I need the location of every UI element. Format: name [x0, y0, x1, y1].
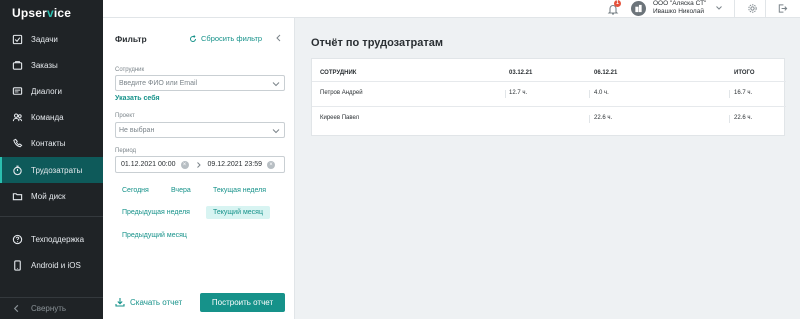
clear-from-icon[interactable]: × [180, 160, 189, 169]
folder-icon [12, 192, 23, 200]
cell-total: 16.7 ч. [734, 90, 753, 96]
row-divider [312, 106, 786, 107]
quick-this-week[interactable]: Текущая неделя [206, 184, 273, 197]
sidebar-item-team[interactable]: Команда [0, 104, 103, 130]
chevron-down-icon [272, 129, 280, 134]
contacts-icon [13, 138, 23, 147]
quick-this-month[interactable]: Текущий месяц [206, 206, 270, 219]
sidebar-item-label: Мой диск [31, 191, 66, 201]
sidebar-item-orders[interactable]: Заказы [0, 52, 103, 78]
tasks-icon [12, 34, 23, 44]
download-label: Скачать отчет [130, 297, 183, 307]
period-label: Период [115, 148, 137, 154]
sidebar-item-mobile[interactable]: Android и iOS [0, 252, 103, 278]
notification-badge: 1 [614, 0, 621, 7]
org-name: ООО "Аляска СТ" [653, 0, 707, 7]
dialogs-icon [12, 86, 23, 95]
header-total[interactable]: ИТОГО [734, 70, 754, 76]
cell-divider [589, 90, 590, 98]
cell-divider [729, 115, 730, 123]
sidebar-divider [0, 216, 103, 217]
header-date-2[interactable]: 06.12.21 [594, 70, 617, 76]
logout-icon[interactable] [777, 3, 788, 14]
org-avatar[interactable] [631, 1, 646, 16]
mobile-icon [14, 259, 21, 271]
period-from[interactable]: 01.12.2021 00:00 [116, 161, 176, 168]
page-title: Отчёт по трудозатратам [311, 37, 443, 49]
period-to[interactable]: 09.12.2021 23:59 [203, 161, 263, 168]
sidebar-item-tasks[interactable]: Задачи [0, 26, 103, 52]
cell-divider [505, 90, 506, 98]
download-icon [115, 298, 125, 307]
collapse-label: Свернуть [31, 303, 67, 313]
sidebar-item-label: Заказы [31, 60, 58, 70]
sidebar-item-my-disk[interactable]: Мой диск [0, 183, 103, 209]
sidebar: Upservice Задачи Заказы Диалоги Команда … [0, 0, 103, 319]
employee-search-input[interactable]: Введите ФИО или Email [115, 75, 285, 91]
sidebar-item-label: Трудозатраты [31, 165, 83, 175]
cell-employee: Киреев Павел [320, 115, 360, 121]
user-name: Ивашко Николай [653, 8, 704, 15]
build-report-button[interactable]: Построить отчет [200, 293, 285, 312]
header-employee[interactable]: СОТРУДНИК [320, 70, 356, 76]
top-bar: 1 ООО "Аляска СТ" Ивашко Николай [103, 0, 800, 18]
app-logo[interactable]: Upservice [12, 6, 71, 20]
sidebar-item-support[interactable]: Техподдержка [0, 226, 103, 252]
sidebar-item-label: Задачи [31, 34, 58, 44]
quick-today[interactable]: Сегодня [115, 184, 156, 197]
cell-value: 22.6 ч. [594, 115, 613, 121]
report-table: СОТРУДНИК 03.12.21 06.12.21 ИТОГО Петров… [311, 58, 786, 136]
team-icon [12, 113, 23, 121]
sidebar-item-label: Android и iOS [31, 260, 81, 270]
header-date-1[interactable]: 03.12.21 [509, 70, 532, 76]
cell-value: 4.0 ч. [594, 90, 609, 96]
sidebar-item-label: Техподдержка [31, 234, 85, 244]
topbar-divider [734, 0, 735, 18]
employee-placeholder: Введите ФИО или Email [119, 79, 198, 87]
gear-icon[interactable] [747, 3, 758, 14]
chevron-down-icon[interactable] [715, 4, 723, 12]
download-report-button[interactable]: Скачать отчет [115, 297, 182, 307]
employee-label: Сотрудник [115, 67, 145, 73]
row-divider [312, 81, 786, 82]
cell-total: 22.6 ч. [734, 115, 753, 121]
project-value: Не выбран [119, 126, 155, 134]
chevron-left-icon [13, 304, 19, 312]
building-icon [635, 4, 642, 13]
sidebar-item-label: Контакты [31, 138, 66, 148]
quick-prev-week[interactable]: Предыдущая неделя [115, 206, 197, 219]
clear-to-icon[interactable]: × [267, 160, 275, 169]
sidebar-item-timesheets[interactable]: Трудозатраты [0, 157, 103, 183]
chevron-down-icon [272, 82, 280, 87]
reset-filter-label: Сбросить фильтр [201, 34, 263, 43]
sidebar-item-label: Команда [31, 112, 64, 122]
select-self-link[interactable]: Указать себя [115, 95, 160, 102]
project-label: Проект [115, 113, 135, 119]
cell-divider [729, 90, 730, 98]
help-icon [12, 234, 23, 244]
cell-employee: Петров Андрей [320, 90, 363, 96]
refresh-icon [190, 34, 196, 42]
sidebar-item-label: Диалоги [31, 86, 62, 96]
filter-panel: Фильтр Сбросить фильтр Сотрудник Введите… [103, 18, 295, 319]
sidebar-item-dialogs[interactable]: Диалоги [0, 78, 103, 104]
orders-icon [12, 60, 23, 70]
sidebar-item-contacts[interactable]: Контакты [0, 130, 103, 156]
project-select[interactable]: Не выбран [115, 122, 285, 138]
timer-icon [13, 165, 22, 175]
account-switcher[interactable]: ООО "Аляска СТ" Ивашко Николай [653, 0, 706, 16]
cell-divider [589, 115, 590, 123]
cell-value: 12.7 ч. [509, 90, 528, 96]
arrow-right-icon [196, 161, 201, 168]
reset-filter-button[interactable]: Сбросить фильтр [189, 34, 262, 43]
quick-prev-month[interactable]: Предыдущий месяц [115, 229, 194, 242]
filter-title: Фильтр [115, 34, 147, 44]
collapse-panel-icon[interactable] [274, 33, 283, 43]
period-range-input: 01.12.2021 00:00 × 09.12.2021 23:59 × [115, 156, 285, 173]
quick-yesterday[interactable]: Вчера [164, 184, 198, 197]
collapse-sidebar-button[interactable]: Свернуть [0, 297, 103, 319]
topbar-divider [765, 0, 766, 18]
